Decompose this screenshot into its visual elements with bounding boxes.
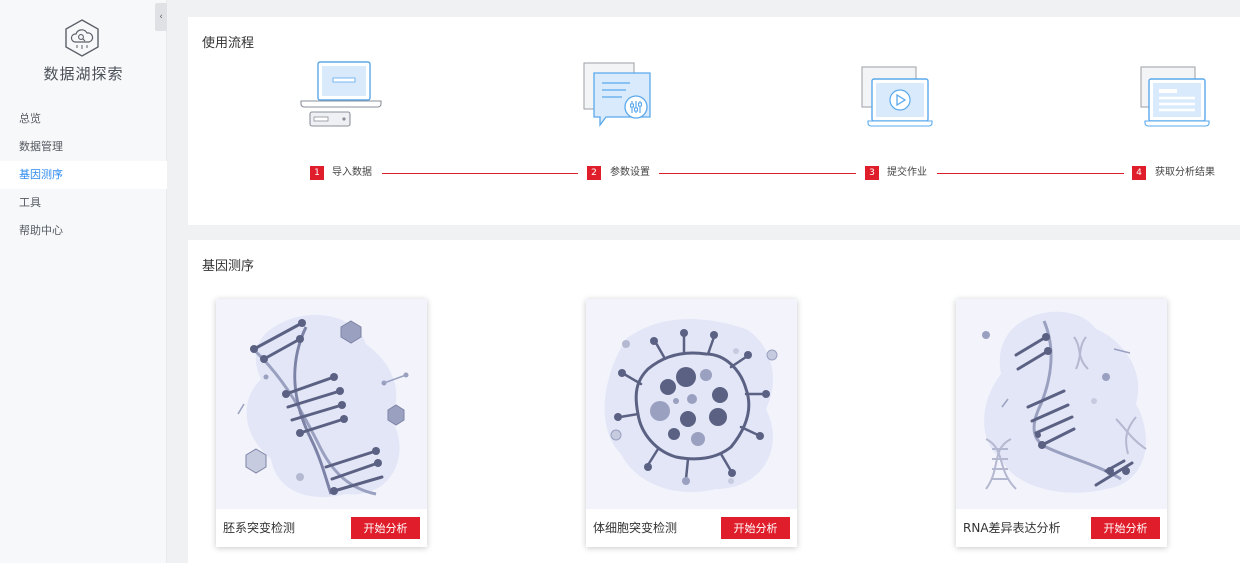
- step-connector-2: [659, 173, 856, 174]
- steps-row: 1 导入数据 2 参数设置 3 提交作业 4 获取分析结果: [188, 166, 1240, 180]
- laptop-report-icon: [1140, 66, 1210, 127]
- dna-icon: [216, 299, 427, 509]
- rna-icon: [956, 299, 1167, 509]
- gene-sequencing-title: 基因测序: [202, 259, 255, 274]
- sidebar-item-data-management[interactable]: 数据管理: [0, 133, 167, 161]
- card-title-rna: RNA差异表达分析: [963, 521, 1061, 535]
- cloud-search-icon: [65, 19, 99, 57]
- sidebar-nav: 总览 数据管理 基因测序 工具 帮助中心: [0, 105, 167, 245]
- sidebar-item-overview[interactable]: 总览: [0, 105, 167, 133]
- laptop-play-icon: [861, 66, 933, 127]
- start-analysis-button-germline[interactable]: 开始分析: [351, 517, 420, 539]
- collapse-sidebar-button[interactable]: ‹: [155, 3, 167, 31]
- usage-flow-title: 使用流程: [202, 36, 255, 51]
- sidebar-item-tools[interactable]: 工具: [0, 189, 167, 217]
- step-connector-1: [382, 173, 578, 174]
- card-rna-differential-expression: RNA差异表达分析 开始分析: [956, 299, 1167, 547]
- sidebar-item-help-center[interactable]: 帮助中心: [0, 217, 167, 245]
- step-label-parameter-settings: 参数设置: [610, 167, 650, 178]
- sidebar-item-gene-sequencing[interactable]: 基因测序: [0, 161, 167, 189]
- chevron-left-icon: ‹: [159, 12, 163, 22]
- step-label-import-data: 导入数据: [332, 167, 372, 178]
- step-number-1: 1: [310, 166, 324, 180]
- usage-flow-panel: 使用流程 1 导入数据 2 参数设置 3 提交作业 4 获取分析结果: [188, 17, 1240, 225]
- cell-icon: [586, 299, 797, 509]
- sidebar: 数据湖探索 总览 数据管理 基因测序 工具 帮助中心: [0, 0, 167, 563]
- step-connector-3: [937, 173, 1124, 174]
- settings-document-icon: [583, 62, 651, 127]
- start-analysis-button-rna[interactable]: 开始分析: [1091, 517, 1160, 539]
- laptop-server-icon: [300, 61, 382, 127]
- step-number-3: 3: [865, 166, 879, 180]
- start-analysis-button-somatic[interactable]: 开始分析: [721, 517, 790, 539]
- gene-sequencing-panel: 基因测序 胚系突变检测 开始分析 体细胞突变检测 开始分析 RNA差异表达分析 …: [188, 240, 1240, 563]
- step-number-4: 4: [1132, 166, 1146, 180]
- step-number-2: 2: [587, 166, 601, 180]
- step-label-get-results: 获取分析结果: [1155, 167, 1215, 178]
- card-germline-mutation: 胚系突变检测 开始分析: [216, 299, 427, 547]
- card-title-germline: 胚系突变检测: [223, 521, 296, 535]
- card-title-somatic: 体细胞突变检测: [593, 521, 678, 535]
- card-somatic-mutation: 体细胞突变检测 开始分析: [586, 299, 797, 547]
- app-title: 数据湖探索: [43, 65, 124, 83]
- step-label-submit-job: 提交作业: [887, 167, 927, 178]
